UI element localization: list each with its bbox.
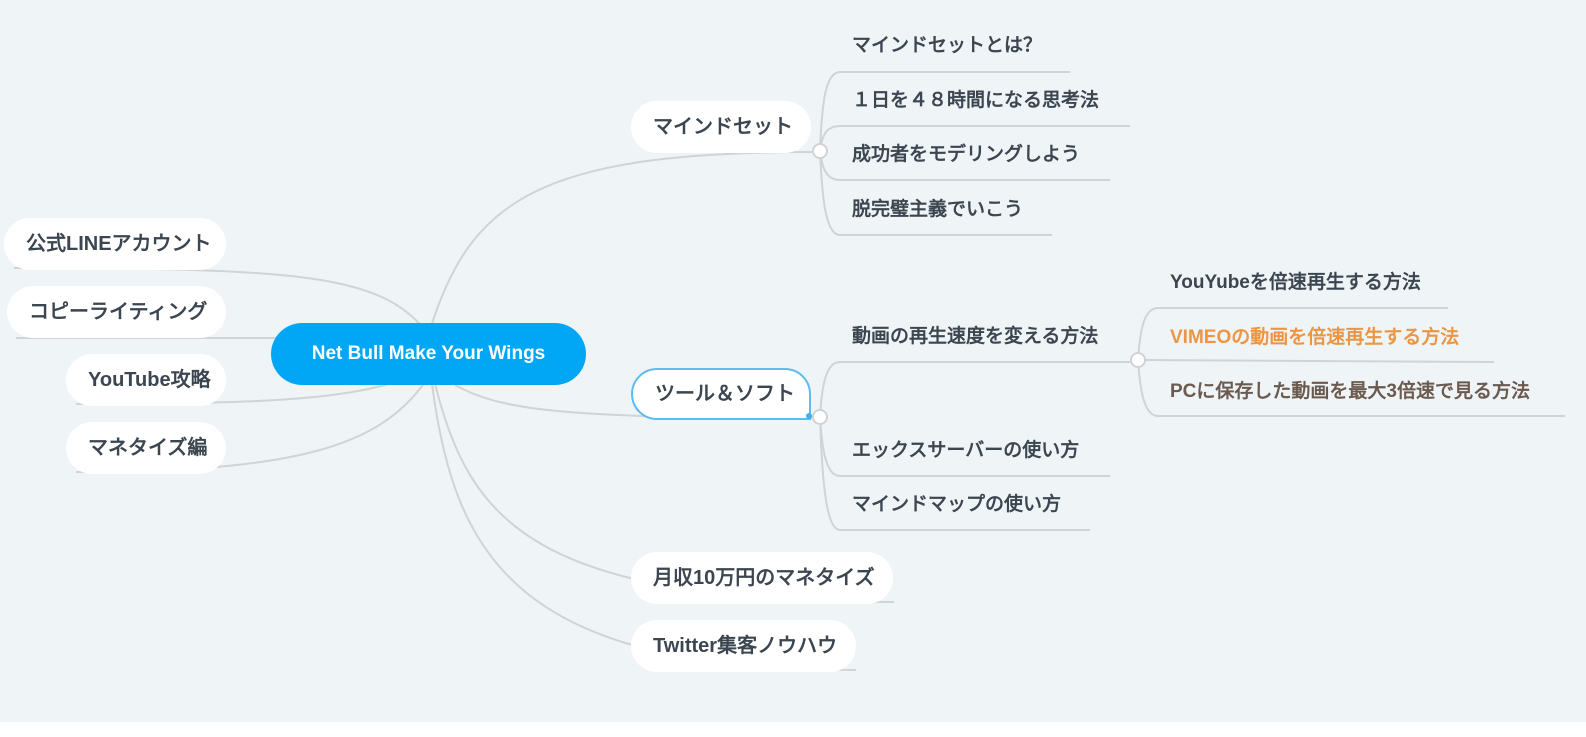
topic-copywriting[interactable]: コピーライティング: [7, 286, 226, 338]
topic-official-line[interactable]: 公式LINEアカウント: [4, 218, 226, 270]
subtopic-48-hour-thinking[interactable]: １日を４８時間になる思考法: [852, 86, 1099, 116]
subtopic-youtube-speed[interactable]: YouYubeを倍速再生する方法: [1170, 268, 1421, 298]
collapse-toggle-mindset[interactable]: [812, 143, 828, 159]
collapse-toggle-video-speed[interactable]: [1130, 352, 1146, 368]
subtopic-video-speed[interactable]: 動画の再生速度を変える方法: [852, 322, 1098, 352]
topic-monetize[interactable]: マネタイズ編: [66, 422, 226, 474]
subtopic-xserver[interactable]: エックスサーバーの使い方: [852, 436, 1079, 466]
subtopic-what-is-mindset[interactable]: マインドセットとは？: [852, 31, 1042, 61]
subtopic-pc-video-speed[interactable]: PCに保存した動画を最大3倍速で見る方法: [1170, 377, 1530, 407]
link-tools-1: [819, 361, 1138, 417]
collapse-toggle-tools[interactable]: [812, 409, 828, 425]
topic-monthly-income[interactable]: 月収10万円のマネタイズ: [631, 552, 893, 604]
topic-twitter[interactable]: Twitter集客ノウハウ: [631, 620, 856, 672]
root-topic[interactable]: Net Bull Make Your Wings: [271, 323, 586, 385]
link-root-mindset: [429, 151, 813, 331]
subtopic-mindmap-usage[interactable]: マインドマップの使い方: [852, 490, 1061, 520]
subtopic-vimeo-speed[interactable]: VIMEOの動画を倍速再生する方法: [1170, 323, 1459, 353]
subtopic-anti-perfectionism[interactable]: 脱完璧主義でいこう: [852, 195, 1023, 225]
topic-mindset[interactable]: マインドセット: [631, 101, 811, 153]
subtopic-modeling-success[interactable]: 成功者をモデリングしよう: [852, 140, 1080, 170]
mindmap-canvas[interactable]: Net Bull Make Your Wings 公式LINEアカウント コピー…: [0, 0, 1586, 722]
topic-youtube-strategy[interactable]: YouTube攻略: [66, 354, 226, 406]
link-speed-2: [1137, 359, 1495, 363]
topic-tools-software[interactable]: ツール＆ソフト: [631, 368, 811, 420]
